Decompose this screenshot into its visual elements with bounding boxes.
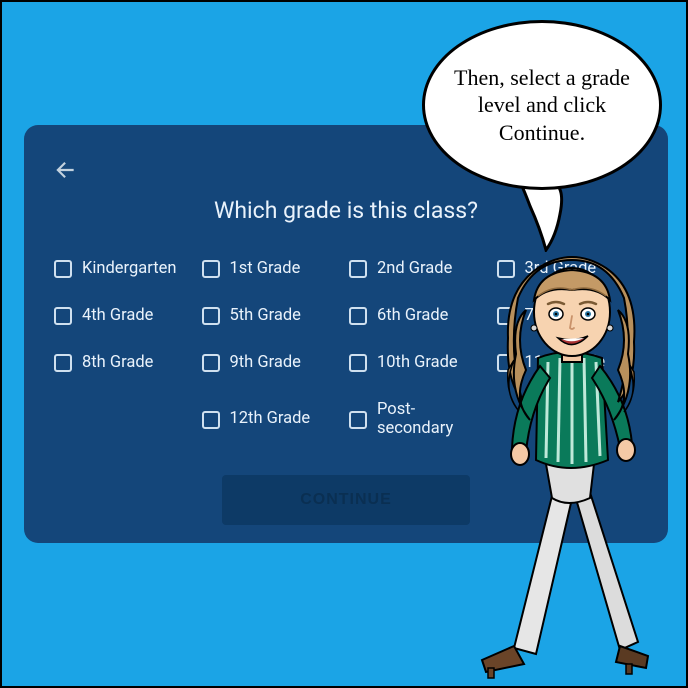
checkbox-icon xyxy=(349,307,367,325)
back-arrow-icon xyxy=(52,157,78,183)
grade-label: 10th Grade xyxy=(377,354,458,373)
grade-option-post-secondary[interactable]: Post-secondary xyxy=(349,401,491,439)
checkbox-icon xyxy=(202,307,220,325)
grade-label: 8th Grade xyxy=(82,354,153,373)
grade-label: 9th Grade xyxy=(230,354,301,373)
checkbox-icon xyxy=(54,260,72,278)
grade-label: 6th Grade xyxy=(377,307,448,326)
speech-bubble-tail xyxy=(516,180,574,252)
checkbox-icon xyxy=(349,411,367,429)
checkbox-icon xyxy=(202,411,220,429)
grade-option-12th[interactable]: 12th Grade xyxy=(202,401,344,439)
checkbox-icon xyxy=(54,354,72,372)
grade-option-kindergarten[interactable]: Kindergarten xyxy=(54,260,196,279)
speech-bubble-text: Then, select a grade level and click Con… xyxy=(447,64,637,147)
continue-button[interactable]: CONTINUE xyxy=(222,475,470,525)
grade-label: 1st Grade xyxy=(230,260,301,279)
grade-option-8th[interactable]: 8th Grade xyxy=(54,354,196,373)
checkbox-icon xyxy=(349,260,367,278)
checkbox-icon xyxy=(349,354,367,372)
grade-label: Kindergarten xyxy=(82,260,176,279)
grade-label: 4th Grade xyxy=(82,307,153,326)
grade-label: 2nd Grade xyxy=(377,260,452,279)
grade-option-5th[interactable]: 5th Grade xyxy=(202,307,344,326)
grade-label: 12th Grade xyxy=(230,410,311,429)
grade-option-1st[interactable]: 1st Grade xyxy=(202,260,344,279)
back-button[interactable] xyxy=(52,155,82,185)
grade-label: Post-secondary xyxy=(377,401,491,439)
grade-option-10th[interactable]: 10th Grade xyxy=(349,354,491,373)
speech-bubble: Then, select a grade level and click Con… xyxy=(422,20,662,190)
grade-option-4th[interactable]: 4th Grade xyxy=(54,307,196,326)
grade-option-6th[interactable]: 6th Grade xyxy=(349,307,491,326)
grade-option-9th[interactable]: 9th Grade xyxy=(202,354,344,373)
checkbox-icon xyxy=(54,307,72,325)
avatar xyxy=(478,250,658,680)
checkbox-icon xyxy=(202,260,220,278)
grade-option-2nd[interactable]: 2nd Grade xyxy=(349,260,491,279)
tutorial-frame: Then, select a grade level and click Con… xyxy=(0,0,688,688)
checkbox-icon xyxy=(202,354,220,372)
grade-label: 5th Grade xyxy=(230,307,301,326)
